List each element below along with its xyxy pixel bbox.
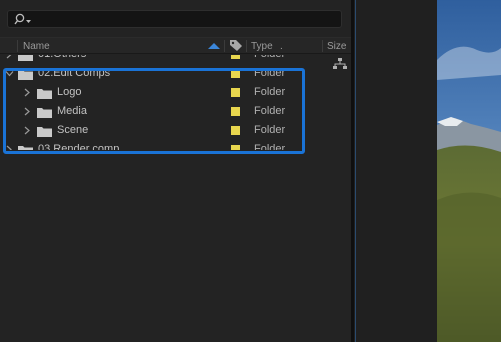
- chevron-right-icon[interactable]: [4, 55, 14, 64]
- column-header-type-suffix: .: [280, 41, 283, 52]
- list-item[interactable]: 01.Others Folder: [0, 55, 351, 64]
- column-divider[interactable]: [246, 40, 247, 52]
- search-field[interactable]: [7, 10, 342, 28]
- sort-ascending-icon[interactable]: [208, 43, 220, 49]
- label-color-swatch[interactable]: [231, 55, 240, 59]
- composition-viewer-image[interactable]: [437, 0, 501, 342]
- selection-highlight-box: [3, 68, 305, 154]
- column-divider[interactable]: [224, 40, 225, 52]
- item-type: Folder: [254, 55, 285, 64]
- column-divider[interactable]: [322, 40, 323, 52]
- column-divider[interactable]: [17, 40, 18, 52]
- after-effects-window: Name Type . Size 02.Edit Comps Folder Lo…: [0, 0, 501, 342]
- composition-panel-edge: [355, 0, 356, 342]
- search-icon[interactable]: [14, 13, 34, 26]
- column-header-row: Name Type . Size: [0, 37, 351, 54]
- column-header-size[interactable]: Size: [327, 40, 346, 53]
- tag-icon[interactable]: [229, 39, 243, 52]
- column-header-type[interactable]: Type: [251, 40, 273, 53]
- project-panel: Name Type . Size 02.Edit Comps Folder Lo…: [0, 0, 351, 342]
- item-name: 01.Others: [38, 55, 86, 64]
- folder-icon: [18, 55, 33, 61]
- chevron-down-icon: [26, 20, 31, 23]
- column-header-name[interactable]: Name: [23, 40, 50, 53]
